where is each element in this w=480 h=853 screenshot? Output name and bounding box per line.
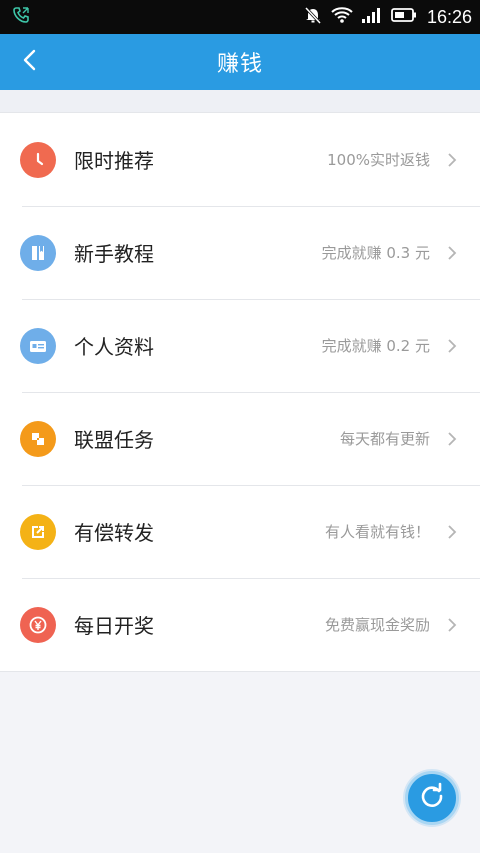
refresh-icon [418,782,446,814]
battery-icon [391,7,417,27]
chevron-right-icon [444,152,460,168]
book-icon [20,234,56,271]
chevron-right-icon [444,431,460,447]
list-item-daily-lottery[interactable]: 每日开奖 免费赢现金奖励 [0,578,480,671]
list-item-hint: 完成就赚 0.2 元 [321,337,430,355]
mute-icon [303,5,323,29]
list-item-label: 联盟任务 [74,428,154,452]
chevron-right-icon [444,338,460,354]
list-item-hint: 完成就赚 0.3 元 [321,244,430,262]
chevron-right-icon [444,524,460,540]
list-item-label: 每日开奖 [74,614,154,638]
earn-menu-list: 限时推荐 100%实时返钱 新手教程 完成就赚 0.3 元 个人资料 完成就赚 … [0,112,480,672]
chevron-right-icon [444,617,460,633]
top-spacer [0,90,480,112]
list-item-limited-time[interactable]: 限时推荐 100%实时返钱 [0,113,480,206]
list-item-label: 限时推荐 [74,149,154,173]
list-item-hint: 100%实时返钱 [327,151,430,169]
status-bar: 16:26 [0,0,480,34]
share-icon [20,513,56,550]
yuan-coin-icon [20,606,56,643]
phone-call-icon [12,6,30,28]
list-item-label: 新手教程 [74,242,154,266]
list-item-paid-share[interactable]: 有偿转发 有人看就有钱！ [0,485,480,578]
puzzle-icon [20,420,56,457]
list-item-label: 有偿转发 [74,521,154,545]
page-title: 赚钱 [216,52,263,77]
status-right: 16:26 [303,5,472,29]
clock-icon [20,141,56,178]
status-left [12,6,303,28]
wifi-icon [331,6,353,28]
list-item-label: 个人资料 [74,335,154,359]
list-item-beginner-tutorial[interactable]: 新手教程 完成就赚 0.3 元 [0,206,480,299]
title-bar: 赚钱 [0,34,480,90]
list-item-hint: 每天都有更新 [339,430,430,448]
profile-card-icon [20,327,56,364]
back-button[interactable] [10,42,50,82]
list-item-hint: 有人看就有钱！ [324,523,430,541]
list-item-hint: 免费赢现金奖励 [324,616,430,634]
chevron-right-icon [444,245,460,261]
chevron-left-icon [20,48,40,76]
list-item-personal-info[interactable]: 个人资料 完成就赚 0.2 元 [0,299,480,392]
signal-icon [361,6,383,28]
status-time: 16:26 [426,6,472,27]
list-item-alliance-tasks[interactable]: 联盟任务 每天都有更新 [0,392,480,485]
refresh-button[interactable] [405,771,459,825]
